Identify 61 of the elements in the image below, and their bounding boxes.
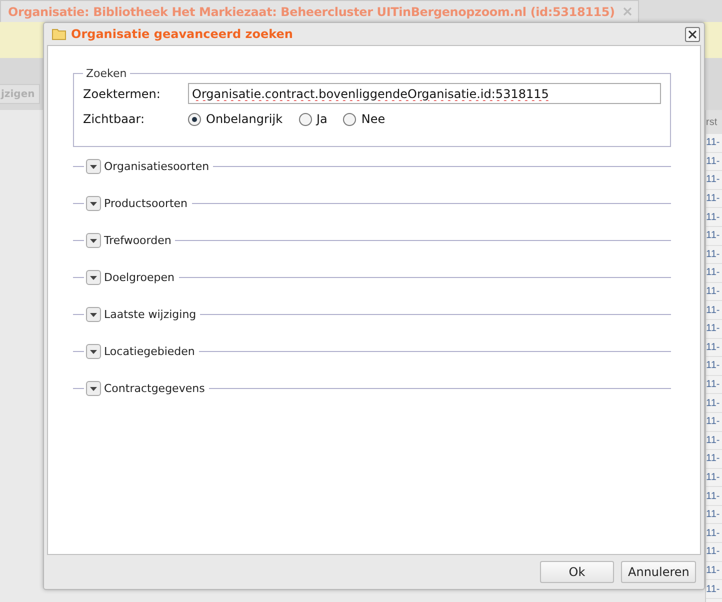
table-cell: 11- [706,487,722,506]
table-cell: 11- [706,208,722,227]
folder-icon [52,28,66,40]
table-cell: 11- [706,580,722,599]
section-label: Productsoorten [104,197,188,210]
table-cell: 11- [706,394,722,413]
table-cell: 11- [706,320,722,339]
section-label: Doelgroepen [104,271,175,284]
table-cell: 11- [706,338,722,358]
table-cell: 11- [706,432,722,450]
table-cell: 11- [706,543,722,562]
tab-title: Organisatie: Bibliotheek Het Markiezaat: Beheercluster UITinBergenopzoom.nl (id:5318115) [8,4,615,18]
caret-icon [90,312,97,316]
table-cell: 11- [706,506,722,524]
ok-button[interactable]: Ok [540,561,614,583]
caret-icon [90,164,97,168]
expand-toggle[interactable] [86,233,101,248]
table-cell: 11- [706,171,722,190]
expand-toggle[interactable] [86,270,101,285]
section-label: Trefwoorden [104,234,172,247]
table-cell: 11- [706,450,722,469]
expand-toggle[interactable] [86,381,101,396]
radio-option[interactable]: Onbelangrijk [188,112,283,126]
close-icon [688,30,697,38]
table-cell: 11- [706,357,722,376]
close-button[interactable] [685,26,700,42]
field-label: Zoektermen: [83,86,162,100]
table-cell: 11- [706,226,722,246]
expand-toggle[interactable] [86,307,101,322]
radio-option[interactable]: Ja [298,112,328,126]
section-label: Laatste wijziging [104,308,196,321]
table-cell: 11- [706,468,722,488]
cancel-button[interactable]: Annuleren [621,561,696,583]
field-label: Zichtbaar: [83,112,146,126]
expand-toggle[interactable] [86,344,101,359]
table-cell: 11- [706,282,722,302]
caret-icon [90,386,97,390]
section-label: Organisatiesoorten [104,160,210,173]
fieldset-legend: Zoeken [83,67,130,80]
table-cell: 11- [706,412,722,432]
search-field[interactable]: Organisatie.contract.bovenliggendeOrganisatie.id:5318115 [188,83,661,104]
caret-icon [90,202,97,206]
table-cell: 11- [706,524,722,544]
section-label: Locatiegebieden [104,345,195,358]
table-cell: 11- [706,190,722,208]
dialog-title: Organisatie geavanceerd zoeken [71,27,294,41]
section-label: Contractgegevens [104,382,205,395]
table-cell: 11- [706,246,722,264]
expand-toggle[interactable] [86,159,101,174]
table-cell: 11- [706,376,722,394]
table-cell: 11- [706,301,722,320]
table-cell: 11- [706,562,722,580]
table-cell: 11- [706,264,722,283]
caret-icon [90,238,97,242]
table-cell: 11- [706,152,722,172]
column-header: rst [706,110,722,134]
radio-option[interactable]: Nee [343,112,386,126]
caret-icon [90,350,97,354]
expand-toggle[interactable] [86,196,101,211]
table-cell: 11- [706,134,722,153]
caret-icon [90,276,97,280]
